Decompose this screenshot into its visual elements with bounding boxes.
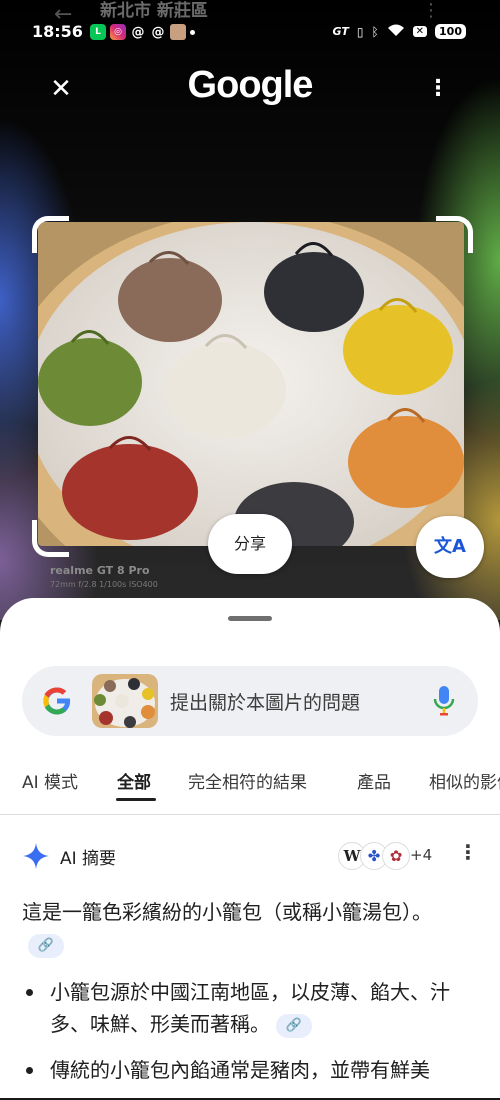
notification-icons: L ◎ @ @	[90, 24, 195, 40]
background-location-text: 新北市 新莊區	[100, 1, 208, 21]
more-options-icon[interactable]: ⋮	[426, 74, 450, 104]
ai-overview-header: AI 摘要 W ✤ ✿ +4 ⋮	[22, 840, 482, 870]
tab-ai-mode[interactable]: AI 模式	[22, 768, 78, 793]
bullet-text: 傳統的小籠包內餡通常是豬肉，並帶有鮮美	[50, 1058, 430, 1082]
sheet-drag-handle[interactable]	[228, 616, 272, 621]
more-notifications-dot-icon	[190, 29, 195, 35]
ai-sparkle-icon	[23, 843, 49, 869]
status-time: 18:56	[32, 22, 83, 41]
bluetooth-icon: ᛒ	[371, 24, 379, 39]
status-bar: 18:56 L ◎ @ @ GT ▯ ᛒ ✕ 100	[0, 20, 500, 46]
ai-overview-text: 這是一籠色彩繽紛的小籠包（或稱小籠湯包）。	[22, 900, 432, 924]
result-tabs: AI 模式 全部 完全相符的結果 產品 相似的影像	[0, 768, 500, 804]
flower-icon[interactable]: ✿	[382, 842, 410, 870]
active-tab-indicator	[116, 798, 156, 801]
tab-all[interactable]: 全部	[117, 768, 151, 793]
selected-photo[interactable]	[38, 222, 464, 546]
status-indicators: GT ▯ ᛒ ✕ 100	[332, 23, 466, 40]
photo-thumbnail[interactable]	[92, 674, 158, 728]
crop-handle-bottom-left[interactable]	[32, 520, 69, 557]
battery-icon: 100	[435, 24, 466, 39]
camera-watermark-detail: 72mm f/2.8 1/100s ISO400	[50, 580, 158, 589]
ai-overview-more-icon[interactable]: ⋮	[458, 840, 478, 864]
instagram-app-icon: ◎	[110, 24, 126, 40]
microphone-icon[interactable]	[432, 684, 456, 718]
tab-similar-images[interactable]: 相似的影像	[429, 768, 500, 793]
x-icon: ✕	[412, 26, 428, 37]
wifi-icon	[387, 23, 405, 40]
crop-handle-top-left[interactable]	[32, 216, 69, 253]
source-count[interactable]: +4	[410, 846, 432, 864]
share-button[interactable]: 分享	[208, 514, 292, 574]
google-logo: Google	[187, 64, 314, 106]
translate-button[interactable]: 文A	[416, 516, 484, 578]
camera-watermark: realme GT 8 Pro	[50, 564, 150, 577]
ai-overview-bullets: 小籠包源於中國江南地區，以皮薄、餡大、汁多、味鮮、形美而著稱。 🔗 傳統的小籠包內…	[22, 976, 482, 1100]
line-app-icon: L	[90, 24, 106, 40]
tab-products[interactable]: 產品	[357, 768, 391, 793]
bullet-text: 小籠包源於中國江南地區，以皮薄、餡大、汁多、味鮮、形美而著稱。	[50, 980, 450, 1036]
threads-app-icon-2: @	[151, 24, 165, 40]
google-g-icon	[43, 687, 71, 715]
search-bar[interactable]: 提出關於本圖片的問題	[22, 666, 478, 736]
list-item: 小籠包源於中國江南地區，以皮薄、餡大、汁多、味鮮、形美而著稱。 🔗	[22, 976, 482, 1040]
photo-notification-icon	[170, 24, 186, 40]
threads-app-icon: @	[131, 24, 145, 40]
vibrate-icon: ▯	[356, 24, 364, 39]
source-icons[interactable]: W ✤ ✿	[338, 842, 410, 870]
gt-mode-label: GT	[332, 25, 349, 38]
search-placeholder[interactable]: 提出關於本圖片的問題	[170, 688, 360, 715]
crop-handle-top-right[interactable]	[436, 216, 473, 253]
tab-exact-matches[interactable]: 完全相符的結果	[188, 768, 307, 793]
translate-icon: 文A	[434, 536, 466, 557]
citation-link-icon[interactable]: 🔗	[276, 1013, 312, 1038]
ai-overview-title: AI 摘要	[60, 849, 117, 869]
citation-link-icon[interactable]: 🔗	[28, 933, 64, 958]
tabs-divider	[0, 814, 500, 815]
list-item: 傳統的小籠包內餡通常是豬肉，並帶有鮮美	[22, 1054, 482, 1086]
results-sheet: 提出關於本圖片的問題 AI 模式 全部 完全相符的結果 產品 相似的影像 AI …	[0, 598, 500, 1098]
background-menu-icon: ⋮	[422, 0, 440, 21]
ai-overview-paragraph: 這是一籠色彩繽紛的小籠包（或稱小籠湯包）。 🔗	[22, 896, 442, 960]
